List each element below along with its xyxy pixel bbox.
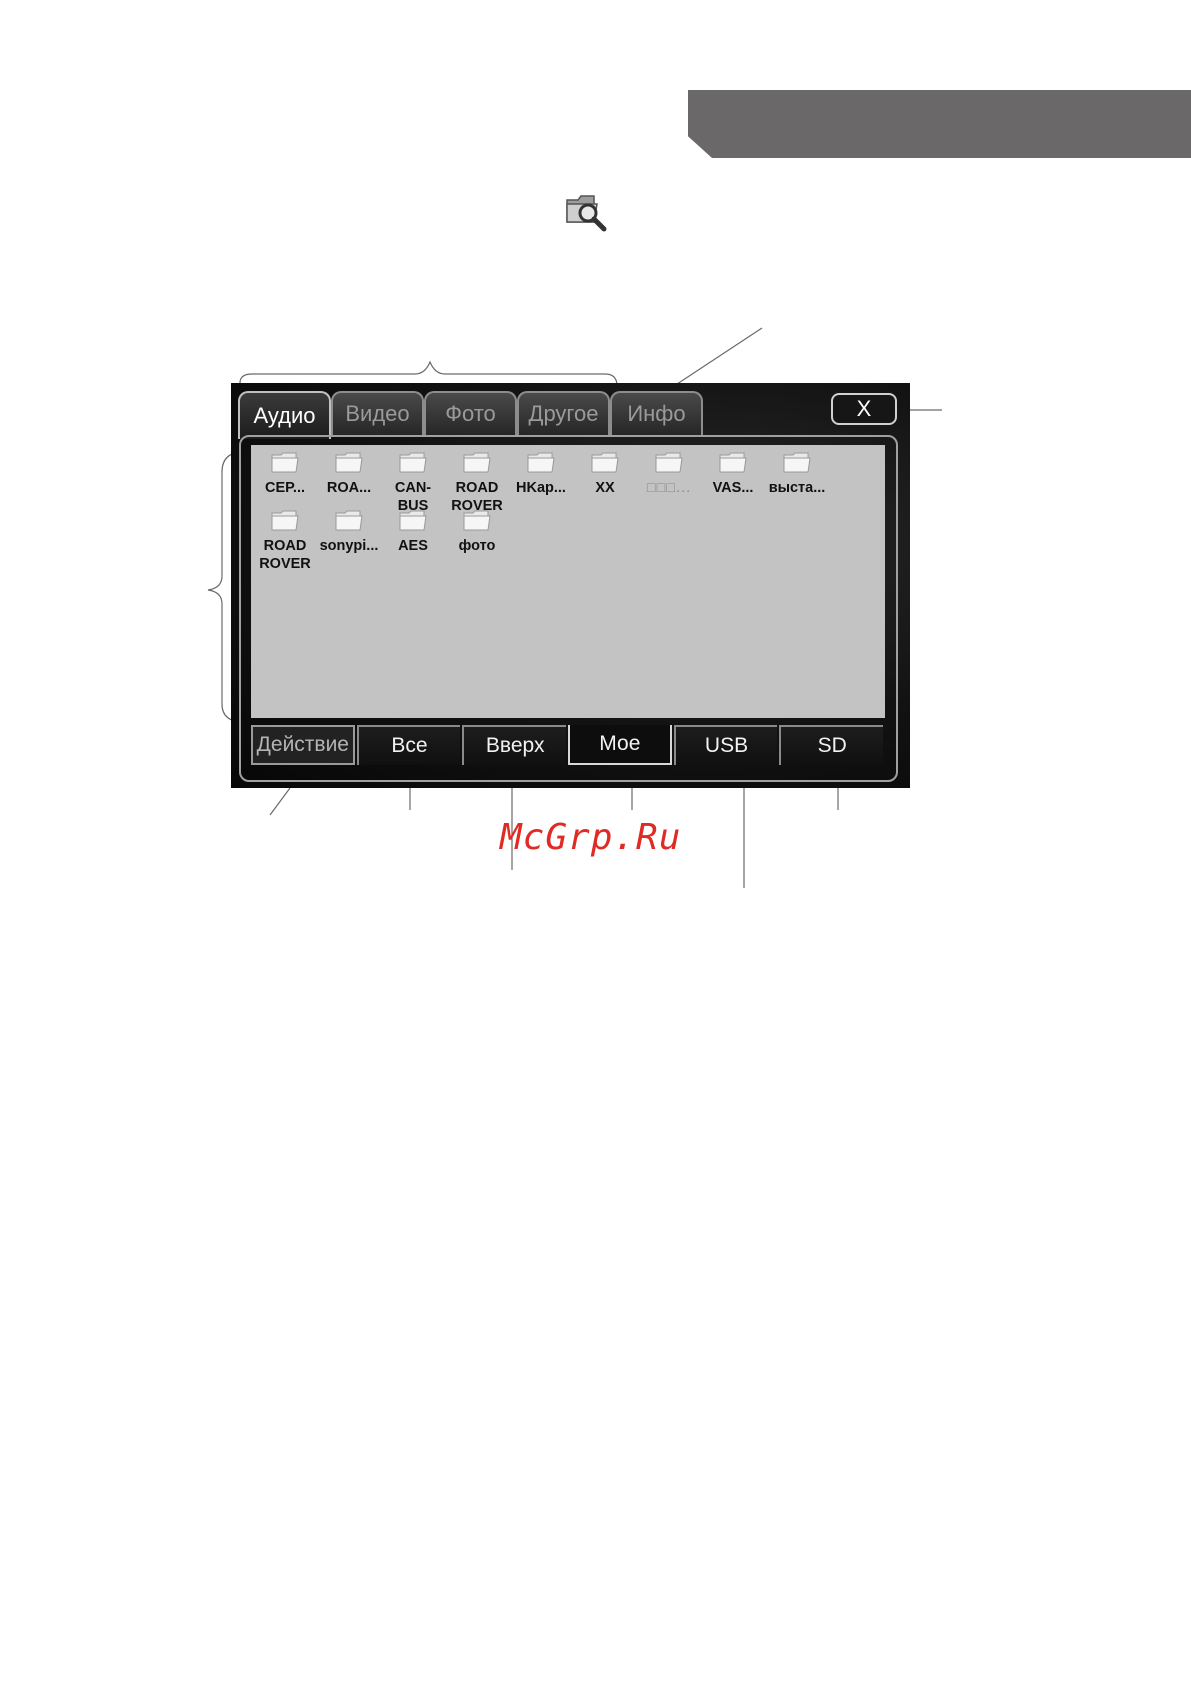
watermark-text: McGrp.Ru xyxy=(500,817,682,858)
folder-name: CEP... xyxy=(264,480,306,496)
bottom-button-bar: Действие Все Вверх Мое USB SD xyxy=(251,725,885,767)
folder-item[interactable]: ROAD ROVER xyxy=(253,509,317,573)
tab-bar: Аудио Видео Фото Другое Инфо xyxy=(238,391,703,439)
folder-icon xyxy=(655,452,683,473)
action-button[interactable]: Действие xyxy=(251,725,355,765)
folder-icon xyxy=(463,452,491,473)
folder-item[interactable]: □□□... xyxy=(637,451,701,497)
folder-icon xyxy=(719,452,747,473)
sd-button[interactable]: SD xyxy=(779,725,884,765)
folder-item[interactable]: sonypi... xyxy=(317,509,381,555)
folder-name: фото xyxy=(458,538,496,554)
folder-name: AES xyxy=(398,538,428,554)
close-button[interactable]: X xyxy=(831,393,897,425)
search-folder-icon xyxy=(566,195,607,232)
folder-name: XX xyxy=(595,480,615,496)
head-unit-screen: Аудио Видео Фото Другое Инфо X CEP... RO… xyxy=(231,383,910,788)
folder-name: VAS... xyxy=(712,480,754,496)
folder-icon xyxy=(271,510,299,531)
tab-audio[interactable]: Аудио xyxy=(238,391,331,439)
folder-name: выста... xyxy=(768,480,826,496)
folder-icon xyxy=(335,452,363,473)
folder-item[interactable]: ROA... xyxy=(317,451,381,497)
up-button[interactable]: Вверх xyxy=(462,725,567,765)
header-bar xyxy=(688,90,1191,158)
folder-item[interactable]: AES xyxy=(381,509,445,555)
folder-item[interactable]: CAN- BUS xyxy=(381,451,445,515)
file-list: CEP... ROA... CAN- BUS ROAD ROVER HKap..… xyxy=(251,445,885,718)
folder-item[interactable]: VAS... xyxy=(701,451,765,497)
folder-icon xyxy=(783,452,811,473)
folder-item[interactable]: фото xyxy=(445,509,509,555)
folder-icon xyxy=(271,452,299,473)
all-button[interactable]: Все xyxy=(356,725,461,765)
folder-icon xyxy=(335,510,363,531)
folder-item[interactable]: CEP... xyxy=(253,451,317,497)
folder-name: □□□... xyxy=(646,480,692,496)
tab-info[interactable]: Инфо xyxy=(610,391,703,435)
folder-item[interactable]: XX xyxy=(573,451,637,497)
folder-icon xyxy=(399,452,427,473)
folder-item[interactable]: ROAD ROVER xyxy=(445,451,509,515)
folder-item[interactable]: выста... xyxy=(765,451,829,497)
folder-icon xyxy=(463,510,491,531)
folder-name: ROA... xyxy=(326,480,372,496)
tab-photo[interactable]: Фото xyxy=(424,391,517,435)
tab-video[interactable]: Видео xyxy=(331,391,424,435)
folder-name: HKap... xyxy=(516,480,566,496)
folder-item[interactable]: HKap... xyxy=(509,451,573,497)
folder-name: ROAD ROVER xyxy=(259,538,311,572)
tab-other[interactable]: Другое xyxy=(517,391,610,435)
folder-icon xyxy=(527,452,555,473)
my-button[interactable]: Мое xyxy=(568,725,672,765)
folder-icon xyxy=(591,452,619,473)
folder-icon xyxy=(399,510,427,531)
usb-button[interactable]: USB xyxy=(673,725,778,765)
folder-name: sonypi... xyxy=(319,538,379,554)
